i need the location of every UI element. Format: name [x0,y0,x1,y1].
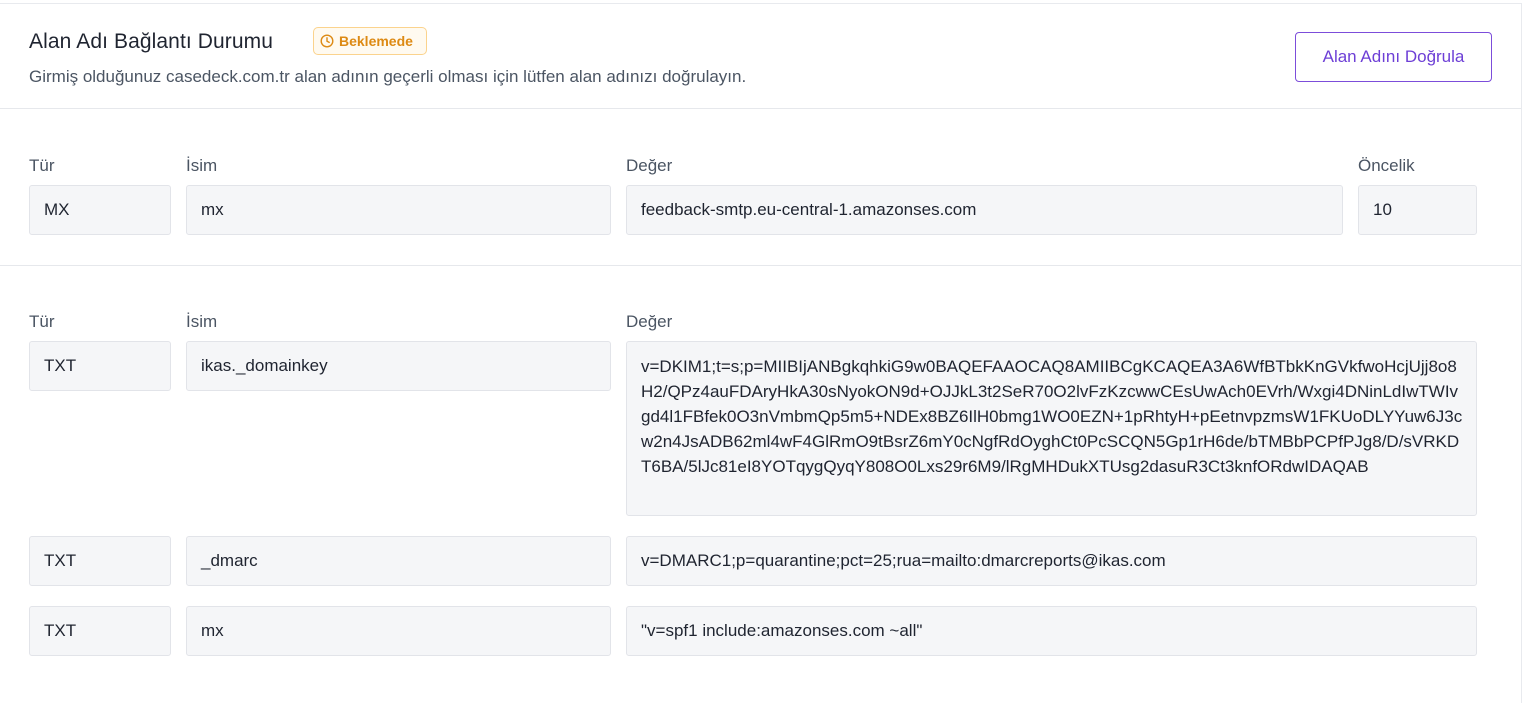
label-type: Tür [29,312,55,331]
spf-name-field[interactable]: mx [186,606,611,656]
dkim-name-field[interactable]: ikas._domainkey [186,341,611,391]
spf-type-field[interactable]: TXT [29,606,171,656]
page-title: Alan Adı Bağlantı Durumu [29,30,274,53]
spf-value-field[interactable]: "v=spf1 include:amazonses.com ~all" [626,606,1477,656]
domain-connection-card: Alan Adı Bağlantı Durumu Beklemede Girmi… [0,3,1522,703]
clock-icon [320,34,334,48]
dmarc-value-field[interactable]: v=DMARC1;p=quarantine;pct=25;rua=mailto:… [626,536,1477,586]
mx-type-field[interactable]: MX [29,185,171,235]
label-name: İsim [186,312,218,331]
dmarc-name-field[interactable]: _dmarc [186,536,611,586]
dmarc-type-field[interactable]: TXT [29,536,171,586]
label-value: Değer [626,312,673,331]
dkim-type-field[interactable]: TXT [29,341,171,391]
status-badge-label: Beklemede [339,33,413,49]
verify-domain-button[interactable]: Alan Adını Doğrula [1295,32,1492,82]
mx-priority-field[interactable]: 10 [1358,185,1477,235]
label-type: Tür [29,156,55,175]
label-priority: Öncelik [1358,156,1415,175]
status-badge: Beklemede [313,27,427,55]
section-divider [0,265,1521,266]
mx-value-field[interactable]: feedback-smtp.eu-central-1.amazonses.com [626,185,1343,235]
page-subtitle: Girmiş olduğunuz casedeck.com.tr alan ad… [29,67,747,86]
label-name: İsim [186,156,218,175]
card-header: Alan Adı Bağlantı Durumu Beklemede Girmi… [0,4,1521,109]
dkim-value-field[interactable]: v=DKIM1;t=s;p=MIIBIjANBgkqhkiG9w0BAQEFAA… [626,341,1477,516]
label-value: Değer [626,156,673,175]
mx-name-field[interactable]: mx [186,185,611,235]
